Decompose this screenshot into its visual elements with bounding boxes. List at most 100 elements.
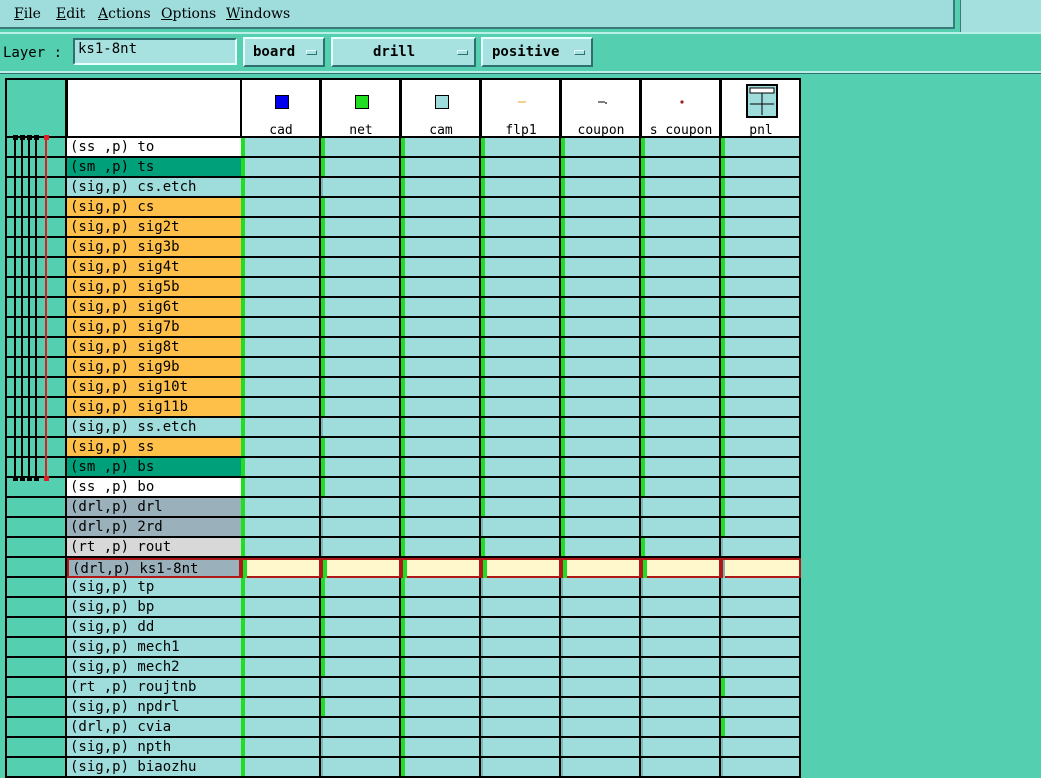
matrix-cell[interactable]: [561, 578, 641, 598]
matrix-cell[interactable]: [321, 378, 401, 398]
matrix-cell[interactable]: [561, 478, 641, 498]
matrix-cell[interactable]: [561, 398, 641, 418]
matrix-cell[interactable]: [721, 178, 801, 198]
matrix-cell[interactable]: [401, 218, 481, 238]
layer-name-cell[interactable]: (sig,p) ss: [67, 438, 241, 458]
matrix-cell[interactable]: [481, 478, 561, 498]
row-gutter[interactable]: [5, 598, 67, 618]
layer-name-cell[interactable]: (sig,p) npth: [67, 738, 241, 758]
matrix-cell[interactable]: [401, 678, 481, 698]
layer-name-cell[interactable]: (sig,p) npdrl: [67, 698, 241, 718]
matrix-cell[interactable]: [401, 618, 481, 638]
row-gutter[interactable]: [5, 678, 67, 698]
matrix-cell[interactable]: [721, 498, 801, 518]
matrix-cell[interactable]: [481, 178, 561, 198]
layer-name-cell[interactable]: (sig,p) sig6t: [67, 298, 241, 318]
matrix-cell[interactable]: [561, 198, 641, 218]
matrix-cell[interactable]: [401, 198, 481, 218]
matrix-cell[interactable]: [721, 678, 801, 698]
matrix-cell[interactable]: [481, 378, 561, 398]
layer-name-cell[interactable]: (sig,p) cs: [67, 198, 241, 218]
matrix-cell[interactable]: [321, 338, 401, 358]
matrix-cell[interactable]: [481, 738, 561, 758]
matrix-cell[interactable]: [401, 638, 481, 658]
matrix-cell[interactable]: [401, 518, 481, 538]
matrix-cell[interactable]: [401, 418, 481, 438]
matrix-cell[interactable]: [721, 138, 801, 158]
matrix-cell[interactable]: [561, 738, 641, 758]
matrix-cell[interactable]: [321, 158, 401, 178]
layer-name-cell[interactable]: (sig,p) sig11b: [67, 398, 241, 418]
row-gutter[interactable]: [5, 558, 67, 578]
matrix-cell[interactable]: [721, 478, 801, 498]
matrix-cell[interactable]: [481, 598, 561, 618]
row-gutter[interactable]: [5, 618, 67, 638]
matrix-cell[interactable]: [401, 238, 481, 258]
layer-name-cell[interactable]: (sig,p) mech2: [67, 658, 241, 678]
row-gutter[interactable]: [5, 578, 67, 598]
matrix-cell[interactable]: [721, 158, 801, 178]
layer-name-cell[interactable]: (sig,p) dd: [67, 618, 241, 638]
matrix-cell[interactable]: [321, 718, 401, 738]
layer-name-cell[interactable]: (sig,p) cs.etch: [67, 178, 241, 198]
matrix-cell[interactable]: [721, 378, 801, 398]
matrix-cell[interactable]: [481, 238, 561, 258]
matrix-cell[interactable]: [641, 438, 721, 458]
matrix-cell[interactable]: [321, 638, 401, 658]
matrix-cell[interactable]: [721, 438, 801, 458]
matrix-cell[interactable]: [561, 518, 641, 538]
matrix-cell[interactable]: [721, 638, 801, 658]
matrix-cell[interactable]: [561, 158, 641, 178]
matrix-cell[interactable]: [241, 478, 321, 498]
matrix-cell[interactable]: [561, 358, 641, 378]
matrix-cell[interactable]: [641, 398, 721, 418]
matrix-cell[interactable]: [321, 198, 401, 218]
matrix-cell[interactable]: [401, 738, 481, 758]
layer-name-cell[interactable]: (sig,p) biaozhu: [67, 758, 241, 778]
matrix-cell[interactable]: [561, 718, 641, 738]
matrix-cell[interactable]: [641, 458, 721, 478]
matrix-cell[interactable]: [641, 158, 721, 178]
matrix-cell[interactable]: [721, 558, 801, 578]
matrix-cell[interactable]: [481, 438, 561, 458]
matrix-cell[interactable]: [321, 698, 401, 718]
matrix-cell[interactable]: [241, 618, 321, 638]
matrix-cell[interactable]: [321, 538, 401, 558]
matrix-cell[interactable]: [721, 238, 801, 258]
matrix-cell[interactable]: [641, 738, 721, 758]
matrix-cell[interactable]: [321, 658, 401, 678]
menu-options[interactable]: Options: [161, 6, 216, 22]
matrix-cell[interactable]: [401, 138, 481, 158]
matrix-cell[interactable]: [321, 218, 401, 238]
matrix-cell[interactable]: [481, 538, 561, 558]
matrix-cell[interactable]: [321, 358, 401, 378]
matrix-cell[interactable]: [401, 378, 481, 398]
matrix-cell[interactable]: [321, 618, 401, 638]
matrix-cell[interactable]: [721, 318, 801, 338]
matrix-cell[interactable]: [241, 198, 321, 218]
matrix-cell[interactable]: [641, 698, 721, 718]
matrix-cell[interactable]: [481, 318, 561, 338]
matrix-cell[interactable]: [561, 658, 641, 678]
matrix-cell[interactable]: [561, 438, 641, 458]
matrix-cell[interactable]: [721, 298, 801, 318]
matrix-cell[interactable]: [241, 358, 321, 378]
matrix-cell[interactable]: [401, 558, 481, 578]
matrix-cell[interactable]: [321, 758, 401, 778]
matrix-cell[interactable]: [481, 298, 561, 318]
matrix-cell[interactable]: [481, 338, 561, 358]
row-gutter[interactable]: [5, 638, 67, 658]
matrix-cell[interactable]: [241, 578, 321, 598]
matrix-cell[interactable]: [641, 638, 721, 658]
matrix-cell[interactable]: [321, 438, 401, 458]
matrix-cell[interactable]: [401, 658, 481, 678]
matrix-cell[interactable]: [401, 498, 481, 518]
row-gutter[interactable]: [5, 518, 67, 538]
matrix-cell[interactable]: [721, 738, 801, 758]
matrix-cell[interactable]: [641, 178, 721, 198]
layer-name-cell[interactable]: (drl,p) 2rd: [67, 518, 241, 538]
layer-name-cell[interactable]: (rt ,p) rout: [67, 538, 241, 558]
matrix-cell[interactable]: [481, 498, 561, 518]
context-option-menu[interactable]: board: [243, 37, 325, 67]
matrix-cell[interactable]: [481, 578, 561, 598]
